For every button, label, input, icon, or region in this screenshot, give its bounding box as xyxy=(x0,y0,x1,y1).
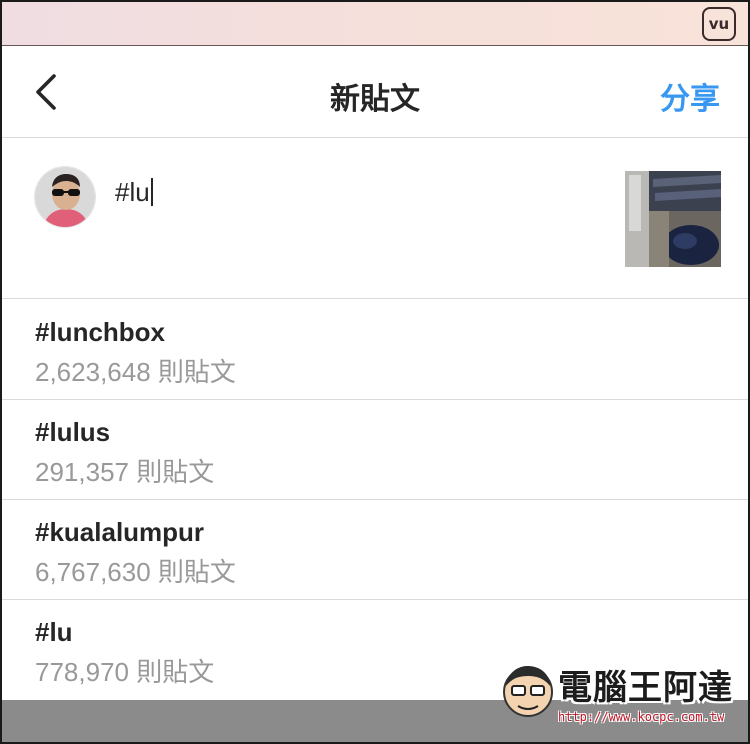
text-caret xyxy=(150,178,153,206)
hashtag-label: #lu xyxy=(35,617,73,647)
status-strip: vu xyxy=(2,2,748,46)
list-item[interactable]: #lunchbox 2,623,648 則貼文 xyxy=(2,300,748,400)
post-count: 778,970 則貼文 xyxy=(35,657,215,687)
watermark-text: 電腦王阿達 xyxy=(558,668,733,708)
navigation-bar: 新貼文 分享 xyxy=(2,46,748,138)
caption-text: #lu xyxy=(115,177,150,207)
list-item[interactable]: #kualalumpur 6,767,630 則貼文 xyxy=(2,500,748,600)
mascot-icon xyxy=(503,666,553,717)
vu-badge-icon: vu xyxy=(702,7,736,41)
hashtag-suggestions: #lunchbox 2,623,648 則貼文 #lulus 291,357 則… xyxy=(2,300,748,700)
hashtag-label: #lunchbox xyxy=(35,317,166,347)
hashtag-label: #lulus xyxy=(35,417,111,447)
app-window: vu 新貼文 分享 #lu #lunchbox 2,623,648 則貼文 #l… xyxy=(0,0,750,744)
list-item[interactable]: #lulus 291,357 則貼文 xyxy=(2,400,748,500)
photo-thumbnail[interactable] xyxy=(625,171,721,267)
watermark-logo: 電腦王阿達 http://www.kocpc.com.tw xyxy=(500,658,740,728)
post-composer: #lu xyxy=(2,139,748,299)
share-button[interactable]: 分享 xyxy=(660,74,720,118)
post-count: 6,767,630 則貼文 xyxy=(35,557,236,587)
hashtag-label: #kualalumpur xyxy=(35,517,205,547)
page-title: 新貼文 xyxy=(330,82,420,117)
caption-input[interactable]: #lu xyxy=(115,177,153,208)
post-count: 2,623,648 則貼文 xyxy=(35,357,236,387)
avatar xyxy=(34,166,96,228)
watermark-url: http://www.kocpc.com.tw xyxy=(558,710,725,724)
post-count: 291,357 則貼文 xyxy=(35,457,215,487)
